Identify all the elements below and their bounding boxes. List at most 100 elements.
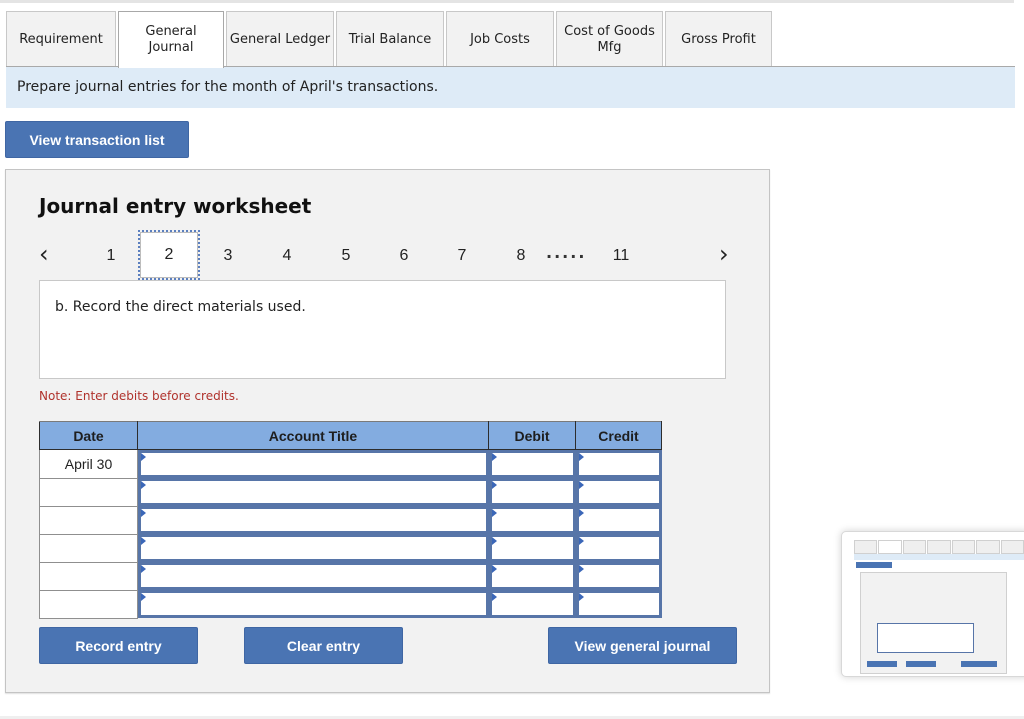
debit-cell xyxy=(488,590,576,618)
thumbnail-button xyxy=(867,661,897,667)
credit-cell xyxy=(575,534,662,562)
page-7[interactable]: 7 xyxy=(458,247,467,265)
header-account-title: Account Title xyxy=(137,421,489,450)
thumbnail-panel xyxy=(860,572,1007,674)
header-date: Date xyxy=(39,421,138,450)
table-row xyxy=(39,533,662,563)
debit-cell xyxy=(488,562,576,590)
note-text: Note: Enter debits before credits. xyxy=(39,389,239,403)
date-cell xyxy=(39,533,138,563)
view-general-journal-button[interactable]: View general journal xyxy=(548,627,737,664)
debit-cell xyxy=(488,506,576,534)
thumbnail-button xyxy=(906,661,936,667)
table-row xyxy=(39,561,662,591)
date-cell xyxy=(39,477,138,507)
tab-label: Cost of Goods Mfg xyxy=(564,23,655,55)
credit-cell-input[interactable] xyxy=(578,509,659,531)
account-title-cell xyxy=(137,449,489,478)
debit-cell-input[interactable] xyxy=(491,565,573,587)
debit-cell xyxy=(488,534,576,562)
tab-label: General Ledger xyxy=(229,31,331,47)
tab-job-costs[interactable]: Job Costs xyxy=(446,11,554,67)
tab-cost-of-goods-mfg[interactable]: Cost of Goods Mfg xyxy=(556,11,663,67)
debit-cell-input[interactable] xyxy=(491,481,573,503)
credit-cell xyxy=(575,478,662,506)
page-1[interactable]: 1 xyxy=(107,247,116,265)
credit-cell-input[interactable] xyxy=(578,565,659,587)
account-title-cell xyxy=(137,478,489,506)
page-5[interactable]: 5 xyxy=(342,247,351,265)
date-cell xyxy=(39,561,138,591)
page-6[interactable]: 6 xyxy=(400,247,409,265)
tab-label: Requirement xyxy=(19,31,103,47)
debit-cell xyxy=(488,449,576,478)
thumbnail-tabs xyxy=(854,540,1024,554)
table-row xyxy=(39,589,662,619)
header-debit: Debit xyxy=(488,421,576,450)
chevron-left-icon[interactable]: ‹ xyxy=(39,240,49,268)
debit-cell-input[interactable] xyxy=(491,537,573,559)
page-8[interactable]: 8 xyxy=(517,247,526,265)
page-thumbnail-preview[interactable] xyxy=(841,531,1024,677)
tab-general-journal[interactable]: General Journal xyxy=(118,11,224,68)
credit-cell-input[interactable] xyxy=(578,481,659,503)
tab-label: General Journal xyxy=(145,24,197,55)
thumbnail-button xyxy=(961,661,997,667)
journal-entry-table: Date Account Title Debit Credit April 30 xyxy=(39,421,662,619)
entry-pager: ‹ 1 2 3 4 5 6 7 8 ..... 11 › xyxy=(6,226,771,282)
tab-trial-balance[interactable]: Trial Balance xyxy=(336,11,444,67)
tab-bar: Requirement General Journal General Ledg… xyxy=(6,11,774,68)
instruction-banner: Prepare journal entries for the month of… xyxy=(6,67,1015,108)
thumbnail-button xyxy=(856,562,892,568)
table-header-row: Date Account Title Debit Credit xyxy=(39,421,662,450)
worksheet-title: Journal entry worksheet xyxy=(39,194,312,218)
top-bar xyxy=(0,0,1014,3)
account-title-cell-input[interactable] xyxy=(141,537,486,559)
table-row xyxy=(39,505,662,535)
tab-requirement[interactable]: Requirement xyxy=(6,11,116,67)
page-4[interactable]: 4 xyxy=(283,247,292,265)
date-cell xyxy=(39,505,138,535)
date-cell xyxy=(39,589,138,619)
thumbnail-table xyxy=(877,623,974,653)
tab-gross-profit[interactable]: Gross Profit xyxy=(665,11,772,67)
account-title-cell xyxy=(137,562,489,590)
clear-entry-button[interactable]: Clear entry xyxy=(244,627,403,664)
account-title-cell xyxy=(137,590,489,618)
credit-cell-input[interactable] xyxy=(578,453,659,475)
table-row: April 30 xyxy=(39,449,662,479)
tab-label: Trial Balance xyxy=(348,31,432,47)
header-credit: Credit xyxy=(575,421,662,450)
debit-cell-input[interactable] xyxy=(491,453,573,475)
account-title-cell-input[interactable] xyxy=(141,593,486,615)
debit-cell-input[interactable] xyxy=(491,593,573,615)
table-row xyxy=(39,477,662,507)
tab-label: Job Costs xyxy=(470,31,530,47)
page-2-active[interactable]: 2 xyxy=(138,230,200,280)
credit-cell xyxy=(575,562,662,590)
page-11[interactable]: 11 xyxy=(613,247,630,265)
credit-cell-input[interactable] xyxy=(578,537,659,559)
account-title-cell-input[interactable] xyxy=(141,481,486,503)
credit-cell xyxy=(575,449,662,478)
debit-cell-input[interactable] xyxy=(491,509,573,531)
journal-entry-worksheet: Journal entry worksheet ‹ 1 2 3 4 5 6 7 … xyxy=(5,169,770,693)
tab-label: Gross Profit xyxy=(681,31,756,47)
entry-prompt: b. Record the direct materials used. xyxy=(39,280,726,379)
account-title-cell-input[interactable] xyxy=(141,453,486,475)
tab-general-ledger[interactable]: General Ledger xyxy=(226,11,334,67)
account-title-cell xyxy=(137,534,489,562)
chevron-right-icon[interactable]: › xyxy=(719,240,729,268)
credit-cell xyxy=(575,506,662,534)
record-entry-button[interactable]: Record entry xyxy=(39,627,198,664)
thumbnail-banner xyxy=(854,554,1024,560)
date-cell: April 30 xyxy=(39,449,138,479)
page-ellipsis: ..... xyxy=(546,243,587,262)
account-title-cell xyxy=(137,506,489,534)
credit-cell-input[interactable] xyxy=(578,593,659,615)
debit-cell xyxy=(488,478,576,506)
view-transaction-list-button[interactable]: View transaction list xyxy=(5,121,189,158)
account-title-cell-input[interactable] xyxy=(141,565,486,587)
page-3[interactable]: 3 xyxy=(224,247,233,265)
account-title-cell-input[interactable] xyxy=(141,509,486,531)
